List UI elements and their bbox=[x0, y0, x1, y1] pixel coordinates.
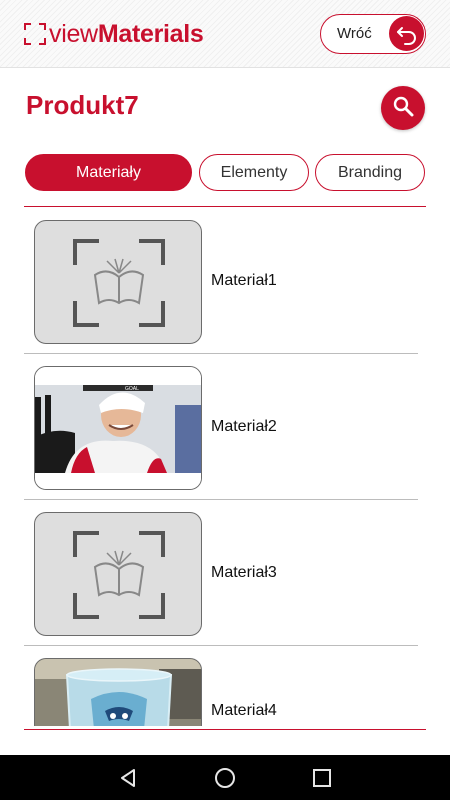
tab-elementy[interactable]: Elementy bbox=[199, 154, 309, 191]
logo-text-materials: Materials bbox=[97, 19, 204, 48]
item-label: Materiał4 bbox=[211, 702, 277, 719]
hockey-photo: GOAL bbox=[34, 366, 202, 490]
tab-branding[interactable]: Branding bbox=[315, 154, 425, 191]
recents-square-icon[interactable] bbox=[307, 763, 337, 793]
undo-arrow-icon bbox=[389, 16, 424, 51]
back-button[interactable]: Wróć bbox=[320, 14, 426, 54]
android-nav-bar bbox=[0, 755, 450, 800]
page-title: Produkt7 bbox=[26, 90, 139, 120]
list-item[interactable]: GOAL Materiał2 bbox=[24, 354, 418, 500]
placeholder-book-icon bbox=[34, 512, 202, 636]
app-header: view Materials Wróć bbox=[0, 0, 450, 68]
materials-list[interactable]: Materiał1 GOAL Materiał2 Materiał3 Mater… bbox=[24, 208, 426, 726]
list-item[interactable]: Materiał1 bbox=[24, 208, 418, 354]
item-label: Materiał3 bbox=[211, 564, 277, 581]
placeholder-book-icon bbox=[34, 220, 202, 344]
search-icon bbox=[391, 94, 415, 123]
item-label: Materiał2 bbox=[211, 418, 277, 435]
back-triangle-icon[interactable] bbox=[113, 763, 143, 793]
search-button[interactable] bbox=[381, 86, 425, 130]
item-label: Materiał1 bbox=[211, 272, 277, 289]
glass-photo bbox=[34, 658, 202, 726]
logo-frame-icon bbox=[24, 23, 46, 45]
list-item[interactable]: Materiał4 bbox=[24, 646, 418, 726]
logo-text-view: view bbox=[49, 19, 98, 48]
list-top-divider bbox=[24, 206, 426, 207]
list-bottom-divider bbox=[24, 729, 426, 730]
goal-overlay-text: GOAL bbox=[125, 386, 139, 392]
home-circle-icon[interactable] bbox=[210, 763, 240, 793]
app-logo: view Materials bbox=[24, 20, 204, 48]
back-button-label: Wróć bbox=[337, 25, 372, 42]
tab-materialy[interactable]: Materiały bbox=[25, 154, 192, 191]
list-item[interactable]: Materiał3 bbox=[24, 500, 418, 646]
